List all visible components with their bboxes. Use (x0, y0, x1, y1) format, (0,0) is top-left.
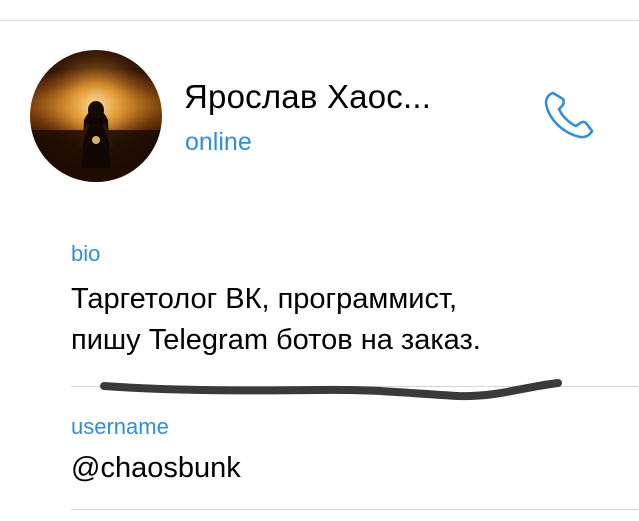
bio-text-line-1: Таргетолог ВК, программист, (71, 283, 458, 315)
top-divider (0, 20, 639, 21)
bio-label: bio (71, 241, 101, 266)
phone-icon (544, 91, 594, 139)
redaction-scribble (100, 379, 562, 401)
avatar-image (30, 50, 162, 182)
username-label: username (71, 414, 169, 439)
bottom-divider (71, 509, 639, 510)
call-button[interactable] (540, 88, 600, 142)
username-value[interactable]: @chaosbunk (71, 452, 241, 485)
online-status: online (185, 128, 252, 156)
profile-avatar[interactable] (30, 50, 162, 182)
bio-text-line-2: пишу Telegram ботов на заказ. (71, 324, 481, 356)
contact-name: Ярослав Хаос... (184, 78, 432, 115)
